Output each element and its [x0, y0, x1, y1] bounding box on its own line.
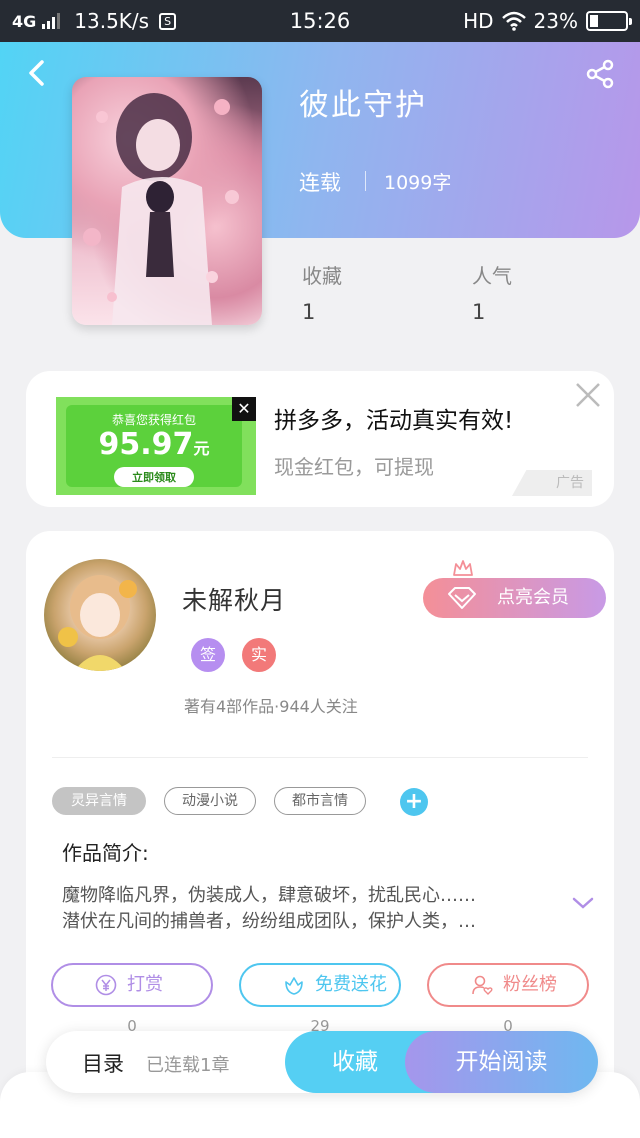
- back-icon[interactable]: [22, 58, 52, 88]
- ad-banner-line: 恭喜您获得红包: [111, 413, 196, 427]
- toc-button[interactable]: 目录: [82, 1048, 124, 1078]
- popularity-value: 1: [472, 300, 486, 324]
- intro-title: 作品简介:: [62, 841, 149, 865]
- fans-rank-label: 粉丝榜: [503, 974, 557, 995]
- divider: [52, 757, 588, 758]
- ad-close-icon[interactable]: [574, 381, 602, 409]
- start-reading-button[interactable]: 开始阅读: [405, 1031, 598, 1093]
- send-flower-label: 免费送花: [315, 974, 387, 995]
- hd-indicator: HD: [463, 9, 494, 33]
- send-flower-button[interactable]: 免费送花: [239, 963, 401, 1007]
- vip-label: 点亮会员: [497, 587, 569, 608]
- flower-icon: [285, 977, 303, 995]
- intro-line-1: 魔物降临凡界，伪装成人，肆意破坏，扰乱民心……: [62, 885, 476, 906]
- battery-percent: 23%: [533, 9, 578, 33]
- book-word-count: 1099字: [384, 172, 452, 194]
- author-avatar[interactable]: [44, 559, 156, 671]
- ad-claim-button: 立即领取: [114, 467, 194, 487]
- favorites-label: 收藏: [302, 264, 342, 288]
- tag-chip[interactable]: 灵异言情: [52, 787, 146, 815]
- chevron-down-icon[interactable]: [570, 893, 596, 913]
- wifi-icon: [501, 11, 526, 31]
- status-divider: [365, 171, 366, 191]
- battery-icon: [586, 11, 632, 31]
- author-name[interactable]: 未解秋月: [182, 581, 286, 617]
- author-meta: 著有4部作品·944人关注: [184, 697, 358, 716]
- yen-icon: [95, 974, 117, 996]
- add-tag-button[interactable]: +: [400, 788, 428, 816]
- share-icon[interactable]: [584, 58, 616, 90]
- book-title: 彼此守护: [299, 88, 427, 123]
- ad-image: 恭喜您获得红包 95.97元 立即领取: [56, 397, 256, 495]
- signed-badge: 签: [191, 638, 225, 672]
- diamond-icon: [448, 587, 476, 609]
- ad-unit: 元: [193, 439, 210, 458]
- popularity-label: 人气: [472, 264, 512, 288]
- reward-button[interactable]: 打赏: [51, 963, 213, 1007]
- intro-line-2: 潜伏在凡间的捕兽者，纷纷组成团队，保护人类，…: [62, 911, 476, 932]
- book-status: 连载: [299, 171, 341, 195]
- crown-icon: [453, 560, 473, 576]
- ad-title: 拼多多，活动真实有效!: [274, 408, 514, 434]
- ad-card[interactable]: 恭喜您获得红包 95.97元 立即领取 ✕ 拼多多，活动真实有效! 现金红包，可…: [26, 371, 614, 507]
- tag-chip[interactable]: 动漫小说: [164, 787, 256, 815]
- ad-image-close-icon[interactable]: ✕: [232, 397, 256, 421]
- ad-subtitle: 现金红包，可提现: [274, 455, 434, 479]
- status-bar: 4G 13.5K/s S 15:26 HD 23%: [0, 0, 640, 42]
- chapter-count: 已连载1章: [146, 1055, 230, 1076]
- ad-amount: 95.97: [98, 427, 194, 462]
- book-cover-image: [72, 77, 262, 325]
- ad-amount-row: 95.97元: [66, 428, 242, 466]
- ad-label: 广告: [512, 470, 592, 496]
- reward-label: 打赏: [127, 974, 163, 995]
- favorites-value: 1: [302, 300, 316, 324]
- tag-chip[interactable]: 都市言情: [274, 787, 366, 815]
- red-packet-ticket: 恭喜您获得红包 95.97元 立即领取: [66, 405, 242, 487]
- fans-rank-button[interactable]: 粉丝榜: [427, 963, 589, 1007]
- verified-badge: 实: [242, 638, 276, 672]
- vip-button[interactable]: 点亮会员: [423, 578, 606, 618]
- user-heart-icon: [472, 975, 493, 995]
